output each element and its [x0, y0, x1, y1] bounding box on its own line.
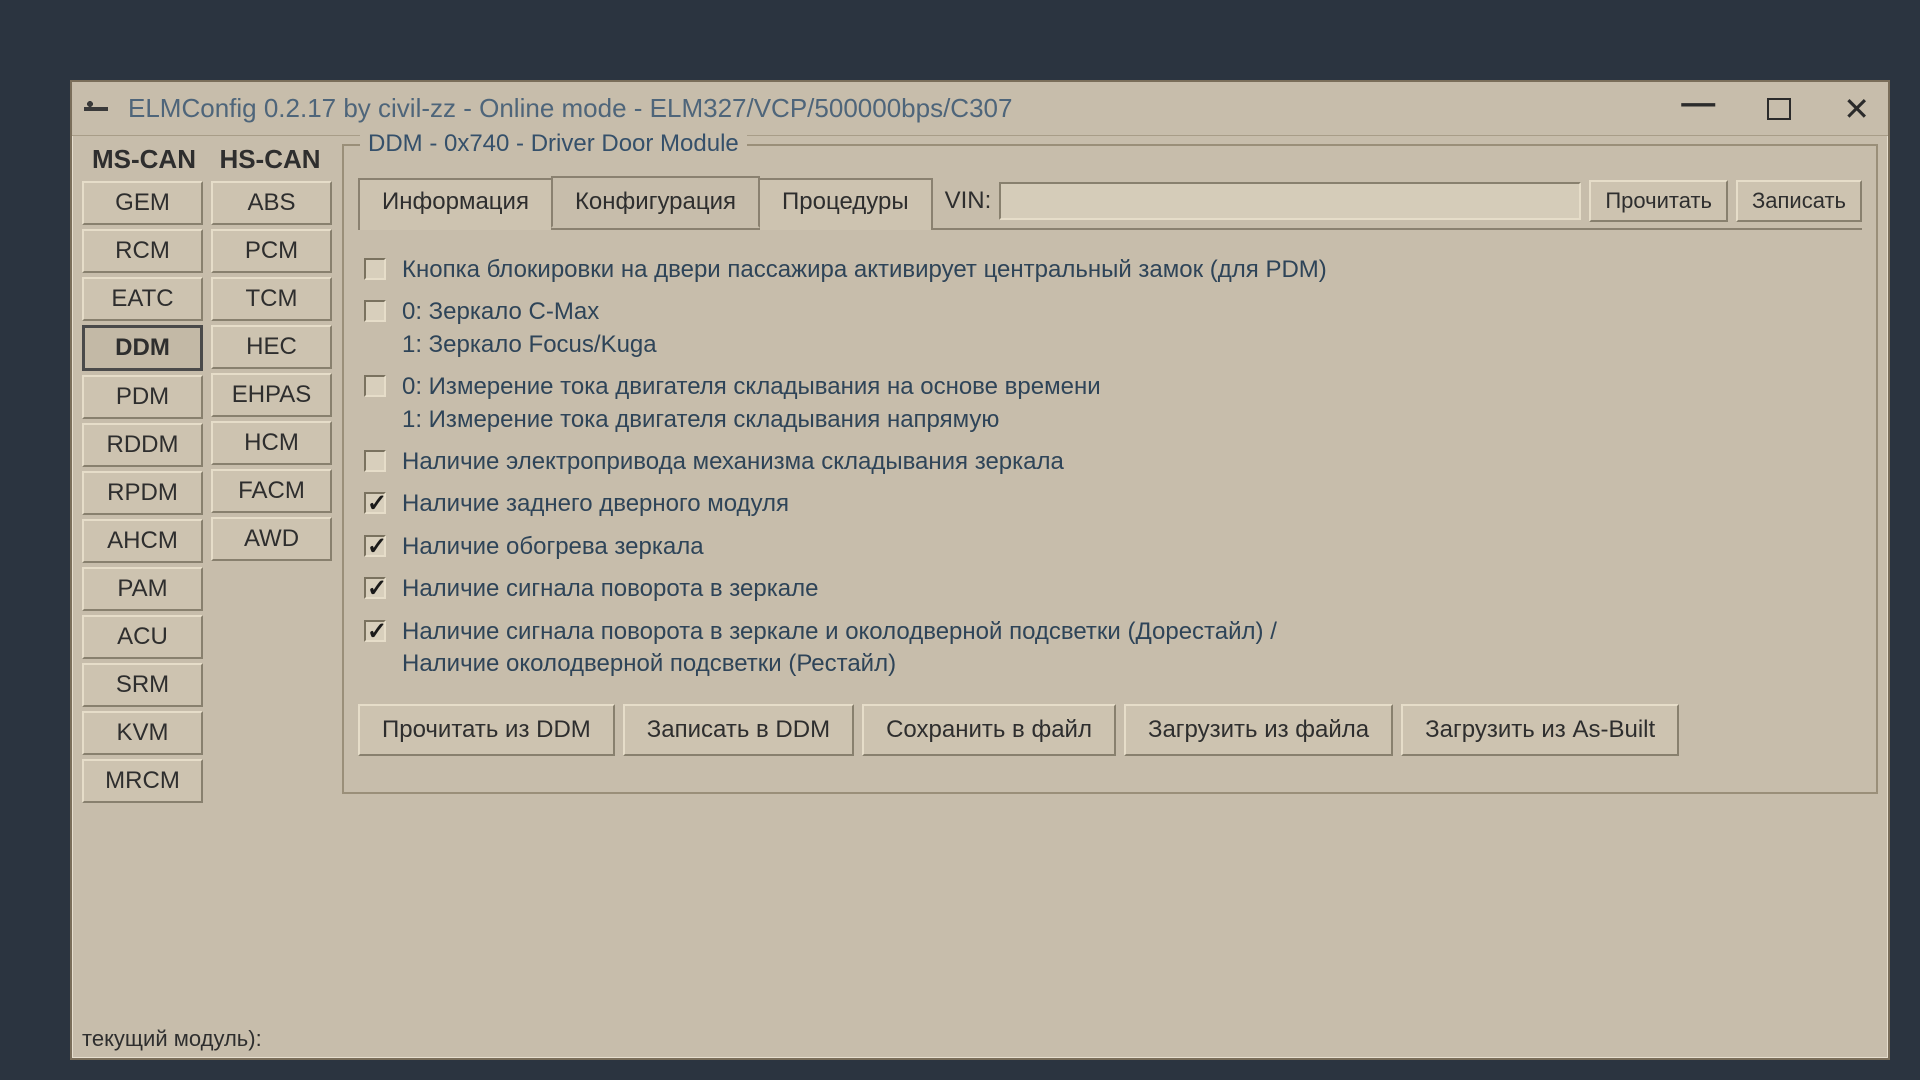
config-option-3: Наличие электропривода механизма складыв… [364, 446, 1856, 478]
main-panel: DDM - 0x740 - Driver Door Module Информа… [342, 144, 1878, 1058]
app-icon [84, 98, 114, 120]
config-option-label-1: 0: Зеркало C-Max1: Зеркало Focus/Kuga [402, 296, 657, 361]
module-button-ddm[interactable]: DDM [82, 325, 203, 371]
module-button-kvm[interactable]: KVM [82, 711, 203, 755]
hs-can-header: HS-CAN [212, 144, 328, 175]
current-module-label: текущий модуль): [82, 1016, 332, 1058]
config-option-label-4: Наличие заднего дверного модуля [402, 488, 789, 520]
module-button-tcm[interactable]: TCM [211, 277, 332, 321]
config-option-label-2: 0: Измерение тока двигателя складывания … [402, 371, 1101, 436]
module-groupbox: DDM - 0x740 - Driver Door Module Информа… [342, 144, 1878, 794]
config-checkbox-5[interactable] [364, 535, 386, 557]
config-option-1: 0: Зеркало C-Max1: Зеркало Focus/Kuga [364, 296, 1856, 361]
app-window: ELMConfig 0.2.17 by civil-zz - Online mo… [70, 80, 1890, 1060]
vin-read-button[interactable]: Прочитать [1589, 180, 1728, 222]
module-button-rpdm[interactable]: RPDM [82, 471, 203, 515]
tab-row: ИнформацияКонфигурацияПроцедуры VIN: Про… [358, 176, 1862, 230]
config-option-6: Наличие сигнала поворота в зеркале [364, 573, 1856, 605]
config-option-4: Наличие заднего дверного модуля [364, 488, 1856, 520]
module-button-hcm[interactable]: HCM [211, 421, 332, 465]
tab-0[interactable]: Информация [358, 178, 553, 230]
vin-write-button[interactable]: Записать [1736, 180, 1862, 222]
config-option-label-6: Наличие сигнала поворота в зеркале [402, 573, 818, 605]
module-button-ahcm[interactable]: AHCM [82, 519, 203, 563]
maximize-button[interactable] [1767, 98, 1791, 120]
action-button-2[interactable]: Сохранить в файл [862, 704, 1116, 756]
config-checkbox-2[interactable] [364, 375, 386, 397]
config-option-label-7: Наличие сигнала поворота в зеркале и око… [402, 616, 1277, 681]
config-checkbox-7[interactable] [364, 620, 386, 642]
module-button-eatc[interactable]: EATC [82, 277, 203, 321]
config-option-label-5: Наличие обогрева зеркала [402, 531, 704, 563]
config-option-2: 0: Измерение тока двигателя складывания … [364, 371, 1856, 436]
window-title: ELMConfig 0.2.17 by civil-zz - Online mo… [128, 93, 1012, 124]
config-checkbox-4[interactable] [364, 492, 386, 514]
vin-input[interactable] [999, 182, 1581, 220]
config-option-7: Наличие сигнала поворота в зеркале и око… [364, 616, 1856, 681]
hs-can-column: ABSPCMTCMHECEHPASHCMFACMAWD [211, 181, 332, 803]
action-button-row: Прочитать из DDMЗаписать в DDMСохранить … [358, 704, 1862, 756]
module-button-gem[interactable]: GEM [82, 181, 203, 225]
action-button-0[interactable]: Прочитать из DDM [358, 704, 615, 756]
module-button-rddm[interactable]: RDDM [82, 423, 203, 467]
config-option-label-3: Наличие электропривода механизма складыв… [402, 446, 1064, 478]
ms-can-header: MS-CAN [86, 144, 202, 175]
config-option-5: Наличие обогрева зеркала [364, 531, 1856, 563]
config-option-0: Кнопка блокировки на двери пассажира акт… [364, 254, 1856, 286]
config-checkbox-6[interactable] [364, 577, 386, 599]
module-button-facm[interactable]: FACM [211, 469, 332, 513]
close-button[interactable]: ✕ [1833, 87, 1880, 131]
tab-1[interactable]: Конфигурация [551, 176, 760, 228]
titlebar: ELMConfig 0.2.17 by civil-zz - Online mo… [72, 82, 1888, 136]
module-button-hec[interactable]: HEC [211, 325, 332, 369]
module-button-ehpas[interactable]: EHPAS [211, 373, 332, 417]
tab-2[interactable]: Процедуры [758, 178, 933, 230]
ms-can-column: GEMRCMEATCDDMPDMRDDMRPDMAHCMPAMACUSRMKVM… [82, 181, 203, 803]
config-checkbox-0[interactable] [364, 258, 386, 280]
module-button-pdm[interactable]: PDM [82, 375, 203, 419]
config-option-label-0: Кнопка блокировки на двери пассажира акт… [402, 254, 1327, 286]
minimize-button[interactable]: — [1671, 80, 1725, 126]
module-button-acu[interactable]: ACU [82, 615, 203, 659]
config-checkbox-3[interactable] [364, 450, 386, 472]
groupbox-title: DDM - 0x740 - Driver Door Module [360, 130, 747, 158]
module-sidebar: MS-CAN HS-CAN GEMRCMEATCDDMPDMRDDMRPDMAH… [82, 144, 332, 1058]
module-button-rcm[interactable]: RCM [82, 229, 203, 273]
config-options: Кнопка блокировки на двери пассажира акт… [358, 248, 1862, 680]
vin-label: VIN: [945, 187, 992, 215]
client-area: MS-CAN HS-CAN GEMRCMEATCDDMPDMRDDMRPDMAH… [72, 136, 1888, 1058]
action-button-3[interactable]: Загрузить из файла [1124, 704, 1393, 756]
module-button-pam[interactable]: PAM [82, 567, 203, 611]
module-button-mrcm[interactable]: MRCM [82, 759, 203, 803]
action-button-1[interactable]: Записать в DDM [623, 704, 854, 756]
module-button-awd[interactable]: AWD [211, 517, 332, 561]
config-checkbox-1[interactable] [364, 300, 386, 322]
module-button-pcm[interactable]: PCM [211, 229, 332, 273]
action-button-4[interactable]: Загрузить из As-Built [1401, 704, 1679, 756]
module-button-srm[interactable]: SRM [82, 663, 203, 707]
module-button-abs[interactable]: ABS [211, 181, 332, 225]
